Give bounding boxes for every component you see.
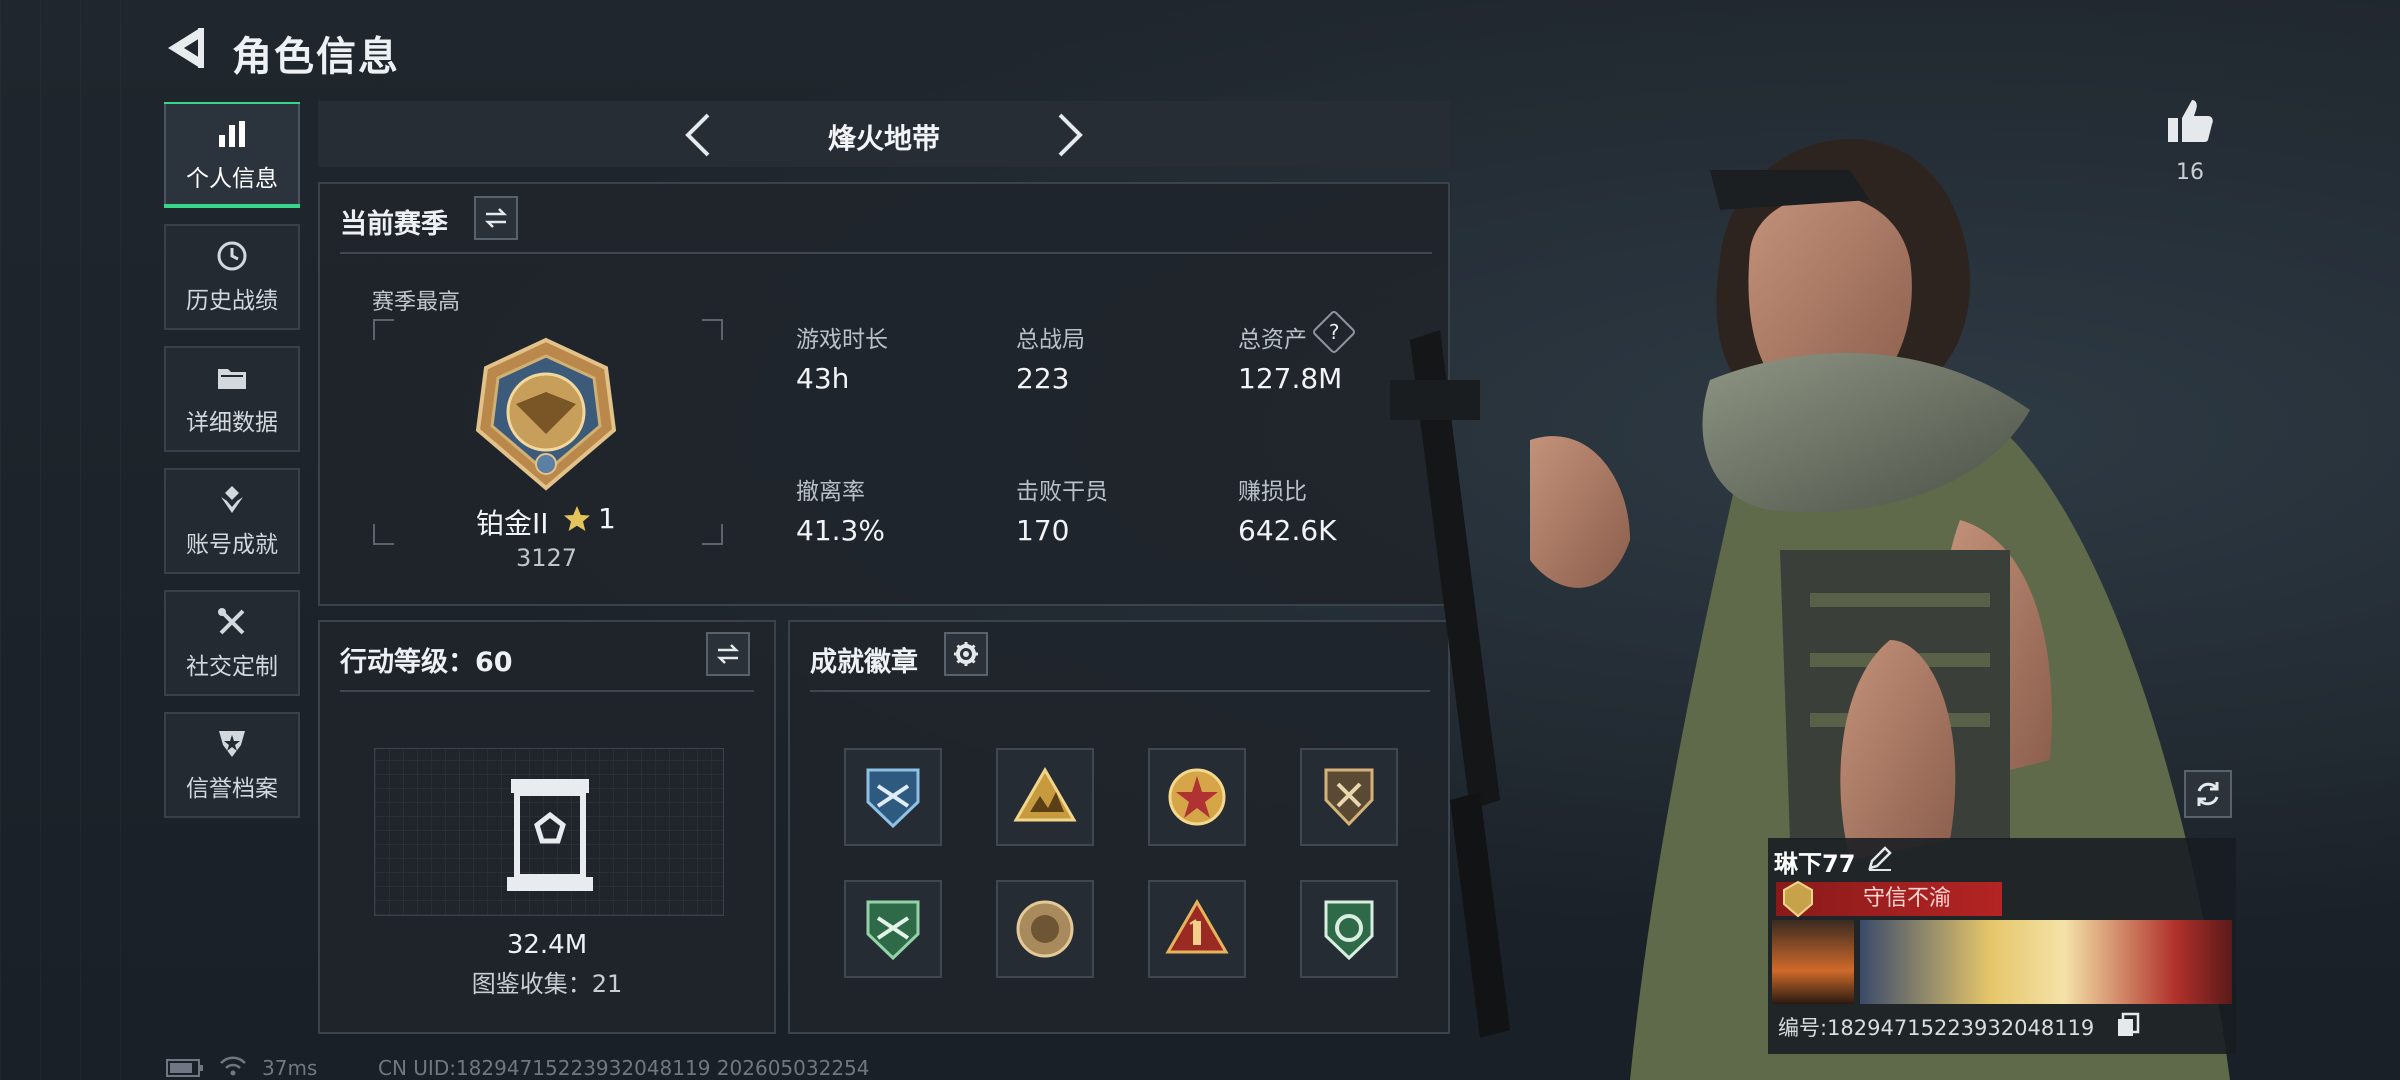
sidebar-item-account-achievements[interactable]: 账号成就 (164, 468, 300, 574)
latency-readout: 37ms (262, 1056, 318, 1080)
mode-title: 烽火地带 (827, 122, 940, 155)
sidebar-item-detailed-data[interactable]: 详细数据 (164, 346, 300, 452)
stat-value-operators-defeated: 170 (1016, 514, 1070, 547)
sidebar-item-reputation-record[interactable]: 信誉档案 (164, 712, 300, 818)
sidebar-item-label: 账号成就 (186, 532, 278, 558)
copy-icon[interactable] (2116, 1012, 2140, 1038)
sidebar-item-personal-info[interactable]: 个人信息 (164, 102, 300, 208)
sidebar-item-label: 个人信息 (186, 166, 278, 192)
achievement-badge-2-icon (1013, 767, 1077, 822)
clock-icon (217, 241, 247, 271)
stat-label-total-assets: 总资产 (1238, 327, 1307, 353)
swap-icon (716, 644, 740, 664)
folder-icon (218, 369, 246, 389)
sidebar-item-label: 信誉档案 (186, 776, 278, 802)
achievement-badge-7-icon (1165, 899, 1229, 954)
wifi-icon (220, 1056, 246, 1076)
refresh-button[interactable] (2184, 770, 2232, 818)
stat-label-extraction-rate: 撤离率 (796, 479, 865, 505)
season-highest-label: 赛季最高 (372, 290, 461, 315)
season-title: 当前赛季 (340, 209, 448, 240)
mode-selector: 烽火地带 (318, 101, 1450, 167)
reputation-emblem-icon (1783, 880, 1813, 918)
thumbs-up-icon[interactable] (2164, 96, 2216, 148)
sidebar-item-social-custom[interactable]: 社交定制 (164, 590, 300, 696)
action-level-switch-button[interactable] (706, 632, 750, 676)
collection-display[interactable] (374, 748, 724, 916)
sidebar-item-history[interactable]: 历史战绩 (164, 224, 300, 330)
season-switch-button[interactable] (474, 196, 518, 240)
achievement-badge[interactable] (1148, 748, 1246, 846)
stat-value-extraction-rate: 41.3% (796, 514, 885, 547)
like-count: 16 (2176, 160, 2204, 185)
rank-score: 3127 (516, 544, 578, 572)
stat-label-play-time: 游戏时长 (796, 327, 888, 353)
platinum-rank-emblem-icon (475, 337, 617, 491)
achievement-badge-1-icon (866, 768, 920, 829)
stat-label-total-matches: 总战局 (1016, 327, 1085, 353)
collection-case-icon (507, 779, 593, 891)
rank-star-icon (564, 506, 590, 531)
stat-value-total-matches: 223 (1016, 362, 1070, 395)
profile-banner[interactable] (1860, 920, 2232, 1004)
divider (340, 690, 754, 692)
chevron-right-icon[interactable] (1052, 111, 1088, 159)
achievements-title: 成就徽章 (810, 647, 918, 678)
collection-count: 图鉴收集：21 (471, 970, 623, 998)
sidebar-item-label: 历史战绩 (186, 288, 278, 314)
shield-star-icon (219, 731, 245, 757)
stat-value-profit-loss-ratio: 642.6K (1238, 514, 1337, 547)
action-level-title: 行动等级：60 (340, 647, 513, 678)
gear-icon (954, 642, 978, 666)
stat-value-play-time: 43h (796, 362, 850, 395)
back-arrow-icon[interactable] (160, 22, 210, 74)
wrench-screwdriver-icon (218, 608, 245, 635)
rank-star-count: 1 (598, 502, 616, 535)
page-title: 角色信息 (232, 34, 400, 80)
achievement-badge[interactable] (844, 748, 942, 846)
bar-chart-icon (219, 121, 245, 147)
achievement-badge[interactable] (844, 880, 942, 978)
player-avatar[interactable] (1772, 920, 1854, 1004)
action-asset-value: 32.4M (506, 930, 588, 960)
achievement-diamond-icon (221, 486, 243, 513)
sidebar-item-label: 详细数据 (186, 410, 278, 436)
rank-name: 铂金II (476, 507, 549, 540)
battery-icon (166, 1059, 203, 1077)
achievements-settings-button[interactable] (944, 632, 988, 676)
stat-label-profit-loss-ratio: 赚损比 (1238, 479, 1307, 505)
achievement-badge[interactable] (996, 748, 1094, 846)
refresh-icon (2197, 782, 2219, 806)
stat-label-operators-defeated: 击败干员 (1016, 479, 1108, 505)
background-lines (0, 0, 150, 1080)
achievement-badge-3-icon (1168, 768, 1226, 826)
achievement-badge[interactable] (1148, 880, 1246, 978)
divider (340, 252, 1432, 254)
swap-icon (484, 208, 508, 228)
stat-value-total-assets: 127.8M (1238, 362, 1343, 395)
achievement-badge-5-icon (866, 900, 920, 961)
sidebar-item-label: 社交定制 (186, 654, 278, 680)
achievement-badge-6-icon (1016, 900, 1074, 958)
player-name: 琳下77 (1774, 850, 1856, 878)
uid-readout: CN UID:18294715223932048119 202605032254 (378, 1056, 870, 1080)
achievement-badge[interactable] (996, 880, 1094, 978)
player-id: 编号:18294715223932048119 (1778, 1016, 2095, 1040)
edit-pencil-icon[interactable] (1866, 844, 1894, 872)
